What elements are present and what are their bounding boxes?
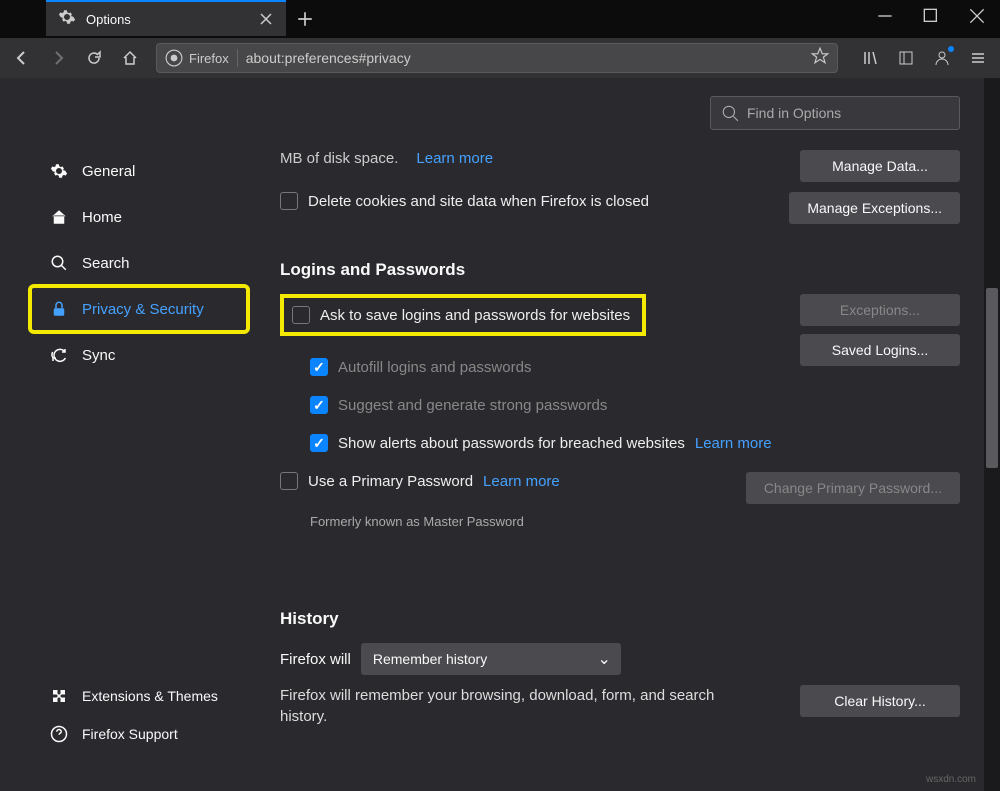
primary-password-label: Use a Primary Password — [308, 473, 473, 490]
forward-button[interactable] — [42, 42, 74, 74]
primary-password-checkbox[interactable] — [280, 472, 298, 490]
site-identity[interactable]: Firefox — [165, 49, 238, 67]
alerts-checkbox[interactable] — [310, 434, 328, 452]
preferences-sidebar: General Home Search Privacy & Security S… — [0, 78, 260, 791]
sidebar-button[interactable] — [890, 42, 922, 74]
section-title: History — [280, 609, 960, 629]
history-mode-select[interactable]: Remember history — [361, 643, 621, 675]
search-placeholder: Find in Options — [747, 105, 841, 121]
delete-cookies-label: Delete cookies and site data when Firefo… — [308, 193, 649, 210]
url-bar[interactable]: Firefox about:preferences#privacy — [156, 43, 838, 73]
autofill-checkbox[interactable] — [310, 358, 328, 376]
sidebar-item-label: General — [82, 163, 135, 180]
scrollbar-thumb[interactable] — [986, 288, 998, 468]
sidebar-item-label: Search — [82, 255, 130, 272]
history-description: Firefox will remember your browsing, dow… — [280, 685, 760, 727]
url-text: about:preferences#privacy — [246, 50, 803, 66]
ask-save-highlight: Ask to save logins and passwords for web… — [280, 294, 646, 336]
watermark: wsxdn.com — [926, 774, 976, 785]
alerts-learn-link[interactable]: Learn more — [695, 435, 772, 452]
sidebar-item-label: Privacy & Security — [82, 301, 204, 318]
sidebar-item-search[interactable]: Search — [30, 240, 248, 286]
new-tab-button[interactable] — [290, 4, 320, 34]
disk-space-text: MB of disk space. — [280, 150, 398, 167]
identity-label: Firefox — [189, 51, 229, 66]
ask-save-checkbox[interactable] — [292, 306, 310, 324]
titlebar: Options — [0, 0, 1000, 38]
sidebar-item-label: Sync — [82, 347, 115, 364]
clear-history-button[interactable]: Clear History... — [800, 685, 960, 717]
learn-more-link[interactable]: Learn more — [416, 150, 493, 167]
back-button[interactable] — [6, 42, 38, 74]
search-icon — [721, 104, 739, 122]
history-section: History Firefox will Remember history Fi… — [280, 609, 960, 727]
ask-save-label: Ask to save logins and passwords for web… — [320, 307, 630, 324]
cookies-section: MB of disk space. Learn more Manage Data… — [280, 150, 960, 224]
reload-button[interactable] — [78, 42, 110, 74]
suggest-label: Suggest and generate strong passwords — [338, 397, 607, 414]
sidebar-item-home[interactable]: Home — [30, 194, 248, 240]
firefox-icon — [165, 49, 183, 67]
formerly-text: Formerly known as Master Password — [310, 514, 960, 529]
minimize-button[interactable] — [862, 0, 908, 32]
sidebar-item-label: Extensions & Themes — [82, 688, 218, 704]
sidebar-item-label: Firefox Support — [82, 726, 178, 742]
exceptions-button[interactable]: Exceptions... — [800, 294, 960, 326]
saved-logins-button[interactable]: Saved Logins... — [800, 334, 960, 366]
nav-toolbar: Firefox about:preferences#privacy — [0, 38, 1000, 78]
menu-button[interactable] — [962, 42, 994, 74]
sidebar-item-general[interactable]: General — [30, 148, 248, 194]
close-icon[interactable] — [258, 11, 274, 27]
manage-data-button[interactable]: Manage Data... — [800, 150, 960, 182]
gear-icon — [50, 162, 68, 180]
suggest-checkbox[interactable] — [310, 396, 328, 414]
autofill-label: Autofill logins and passwords — [338, 359, 531, 376]
search-icon — [50, 254, 68, 272]
manage-exceptions-button[interactable]: Manage Exceptions... — [789, 192, 960, 224]
sidebar-item-label: Home — [82, 209, 122, 226]
sidebar-item-extensions[interactable]: Extensions & Themes — [30, 677, 248, 715]
library-button[interactable] — [854, 42, 886, 74]
gear-icon — [58, 8, 76, 31]
help-icon — [50, 725, 68, 743]
tab-title: Options — [86, 12, 248, 27]
bookmark-star-icon[interactable] — [811, 47, 829, 70]
delete-cookies-checkbox[interactable] — [280, 192, 298, 210]
home-button[interactable] — [114, 42, 146, 74]
browser-tab[interactable]: Options — [46, 0, 286, 36]
sidebar-item-privacy[interactable]: Privacy & Security — [30, 286, 248, 332]
alerts-label: Show alerts about passwords for breached… — [338, 435, 685, 452]
preferences-main: Find in Options MB of disk space. Learn … — [260, 78, 1000, 791]
puzzle-icon — [50, 687, 68, 705]
account-button[interactable] — [926, 42, 958, 74]
home-icon — [50, 208, 68, 226]
select-value: Remember history — [373, 651, 487, 667]
change-primary-button[interactable]: Change Primary Password... — [746, 472, 960, 504]
history-will-label: Firefox will — [280, 651, 351, 668]
window-controls — [862, 0, 1000, 32]
sidebar-item-sync[interactable]: Sync — [30, 332, 248, 378]
maximize-button[interactable] — [908, 0, 954, 32]
section-title: Logins and Passwords — [280, 260, 960, 280]
find-in-options-input[interactable]: Find in Options — [710, 96, 960, 130]
lock-icon — [50, 300, 68, 318]
logins-section: Logins and Passwords Ask to save logins … — [280, 260, 960, 529]
close-window-button[interactable] — [954, 0, 1000, 32]
scrollbar-track[interactable] — [984, 78, 1000, 791]
sync-icon — [50, 346, 68, 364]
primary-learn-link[interactable]: Learn more — [483, 473, 560, 490]
sidebar-item-support[interactable]: Firefox Support — [30, 715, 248, 753]
